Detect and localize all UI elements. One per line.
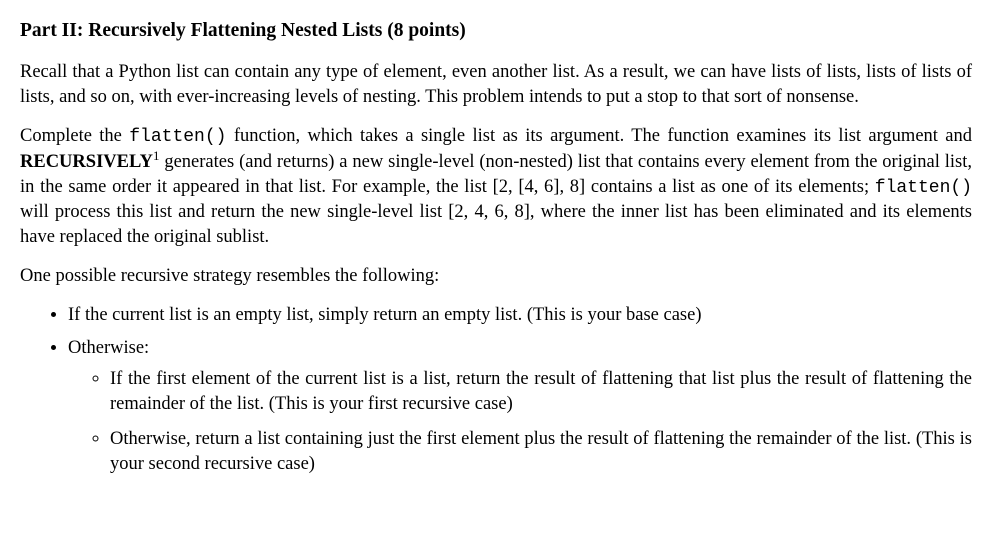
list-item: If the current list is an empty list, si… <box>68 303 972 328</box>
code-flatten: flatten() <box>129 127 226 147</box>
strategy-intro: One possible recursive strategy resemble… <box>20 264 972 289</box>
problem-description: Complete the flatten() function, which t… <box>20 124 972 250</box>
code-flatten: flatten() <box>875 178 972 198</box>
text-segment: generates (and returns) a new single-lev… <box>20 152 972 197</box>
text-segment: function, which takes a single list as i… <box>226 126 972 146</box>
list-item: Otherwise: If the first element of the c… <box>68 336 972 477</box>
text-segment: Complete the <box>20 126 129 146</box>
intro-paragraph: Recall that a Python list can contain an… <box>20 60 972 110</box>
list-item: If the first element of the current list… <box>110 367 972 417</box>
list-item-label: Otherwise: <box>68 338 149 358</box>
text-segment: will process this list and return the ne… <box>20 202 972 247</box>
strategy-list: If the current list is an empty list, si… <box>20 303 972 477</box>
strategy-sublist: If the first element of the current list… <box>68 367 972 477</box>
emphasized-recursively: RECURSIVELY <box>20 152 153 172</box>
list-item: Otherwise, return a list containing just… <box>110 427 972 477</box>
section-title: Part II: Recursively Flattening Nested L… <box>20 18 972 44</box>
